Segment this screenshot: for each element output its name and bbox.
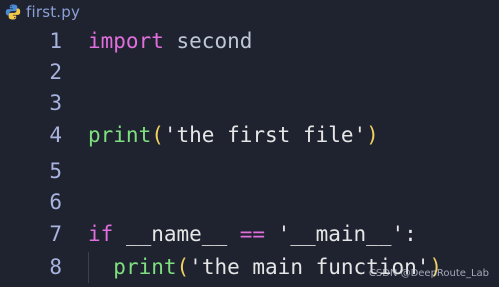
code-line[interactable]: if __name__ == '__main__':	[88, 219, 417, 250]
code-token: 'the first file'	[163, 123, 367, 147]
code-token: import	[88, 29, 164, 53]
line-number: 5	[49, 159, 62, 183]
line-number: 2	[49, 60, 62, 84]
line-number: 7	[49, 222, 62, 246]
watermark-text: CSDN @DeepRoute_Lab	[368, 268, 489, 279]
python-icon	[4, 3, 22, 21]
code-line[interactable]: print('the first file')	[88, 120, 379, 151]
code-token: ==	[239, 222, 266, 246]
code-token: (	[176, 255, 190, 279]
code-editor[interactable]: first.py 1 2 3 4 5 6 7 8 import second p…	[0, 0, 499, 287]
code-token: :	[404, 222, 417, 246]
file-tab[interactable]: first.py	[0, 0, 80, 24]
line-number: 4	[49, 123, 62, 147]
indent-guide	[88, 252, 89, 283]
line-number: 8	[49, 255, 62, 279]
code-token: if	[88, 222, 114, 246]
code-line[interactable]: import second	[88, 26, 252, 57]
code-token: )	[366, 123, 379, 147]
code-token: (	[151, 123, 164, 147]
code-token: print	[113, 255, 177, 279]
code-token: second	[176, 29, 253, 53]
line-number: 6	[49, 190, 62, 214]
code-token: print	[88, 123, 152, 147]
tab-filename: first.py	[26, 3, 81, 21]
code-token: __name__	[113, 222, 240, 246]
line-number: 3	[49, 91, 62, 115]
code-token: '__main__'	[265, 222, 405, 246]
line-number: 1	[49, 29, 62, 53]
